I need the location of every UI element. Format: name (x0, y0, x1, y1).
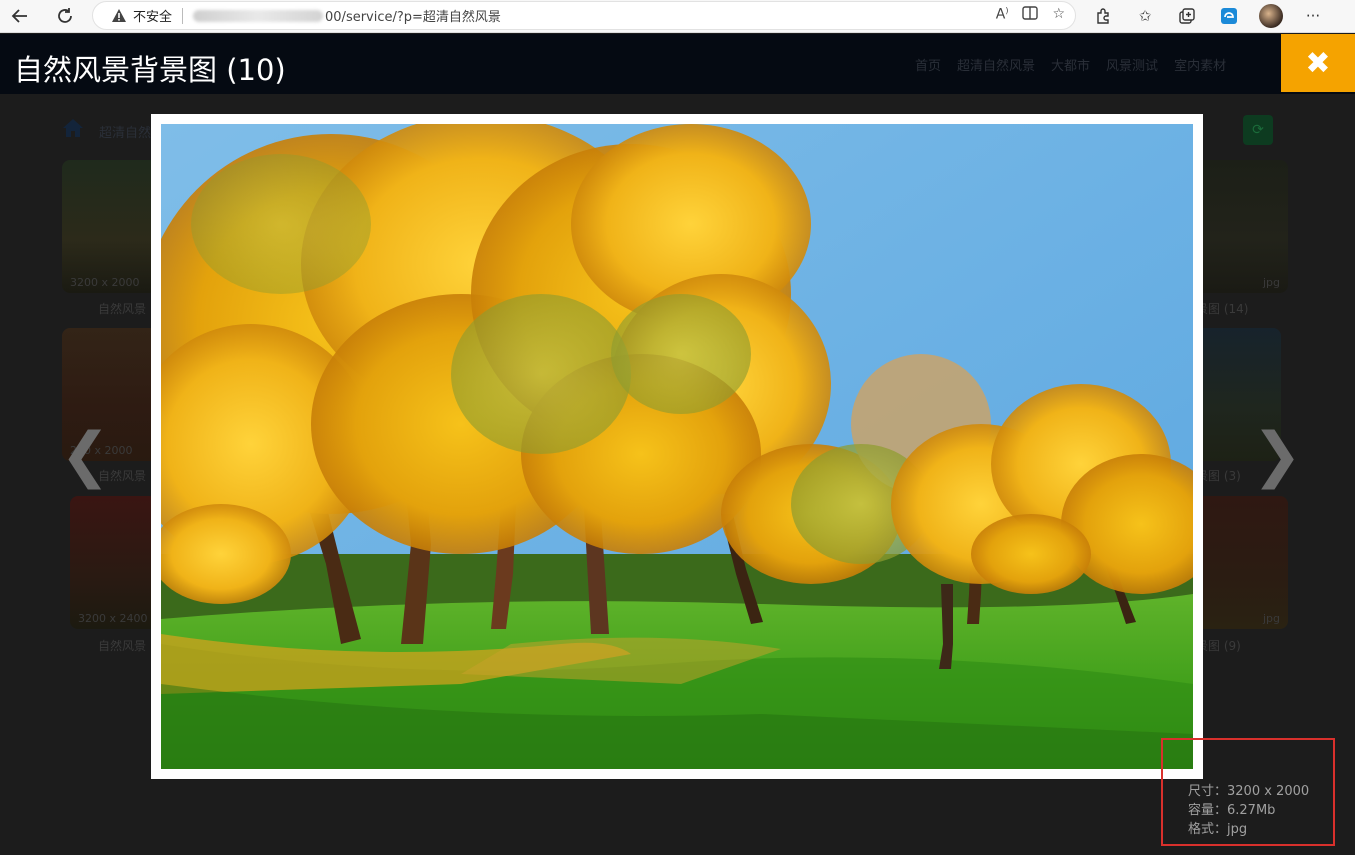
thumbnail[interactable]: jpg (1196, 496, 1288, 629)
url-text: 00/service/?p=超清自然风景 (193, 6, 501, 25)
thumbnail[interactable]: 3200 x 2400 (70, 496, 157, 629)
refresh-icon: ⟳ (1252, 122, 1264, 138)
home-icon[interactable] (62, 118, 84, 143)
thumb-format: jpg (1262, 276, 1280, 289)
split-screen-icon[interactable] (1022, 6, 1039, 24)
thumb-caption: 景图 (14) (1196, 302, 1249, 316)
thumbnail[interactable]: jpg (1196, 160, 1288, 293)
add-favorite-icon[interactable]: ☆ (1052, 6, 1065, 24)
warning-icon (111, 8, 127, 24)
reload-icon[interactable] (51, 3, 79, 29)
top-menu: 首页 超清自然风景 大都市 风景测试 室内素材 (915, 55, 1226, 74)
back-arrow-icon[interactable] (6, 3, 34, 29)
address-separator (182, 7, 184, 24)
address-bar[interactable]: 不安全 00/service/?p=超清自然风景 A) ☆ (92, 1, 1076, 30)
refresh-button[interactable]: ⟳ (1243, 115, 1273, 145)
next-image-button[interactable]: ❯ (1252, 420, 1302, 490)
menu-item-home[interactable]: 首页 (915, 55, 941, 74)
menu-item-nature[interactable]: 超清自然风景 (957, 55, 1035, 74)
menu-item-city[interactable]: 大都市 (1051, 55, 1090, 74)
url-path: 00/service/?p=超清自然风景 (325, 10, 501, 25)
image-size: 尺寸：3200 x 2000 (1188, 784, 1310, 799)
close-lightbox-button[interactable]: ✖ (1281, 34, 1355, 92)
chevron-left-icon: ❮ (60, 420, 111, 490)
image-format: 格式：jpg (1188, 822, 1248, 837)
insecure-label: 不安全 (133, 10, 173, 25)
browser-toolbar: 不安全 00/service/?p=超清自然风景 A) ☆ ✩ ··· (0, 0, 1355, 33)
thumb-size: 3200 x 2400 (78, 612, 148, 625)
autumn-trees-photo[interactable] (161, 124, 1193, 769)
site-header: 自然风景背景图 (10) 首页 超清自然风景 大都市 风景测试 室内素材 (0, 34, 1355, 94)
menu-item-test[interactable]: 风景测试 (1106, 55, 1158, 74)
lightbox-frame (151, 114, 1203, 779)
thumb-format: jpg (1262, 612, 1280, 625)
extensions-icon[interactable] (1090, 3, 1116, 29)
prev-image-button[interactable]: ❮ (60, 420, 110, 490)
thumb-size: 3200 x 2000 (70, 276, 140, 289)
thumb-caption: 自然风景 (98, 302, 147, 316)
page-title: 自然风景背景图 (10) (14, 53, 286, 87)
collections-icon[interactable] (1174, 3, 1200, 29)
close-icon: ✖ (1305, 45, 1331, 81)
more-menu-icon[interactable]: ··· (1300, 3, 1326, 29)
favorites-icon[interactable]: ✩ (1132, 3, 1158, 29)
menu-item-interior[interactable]: 室内素材 (1174, 55, 1226, 74)
breadcrumb[interactable]: 超清自然 (99, 122, 151, 141)
image-info: 尺寸：3200 x 2000 容量：6.27Mb 格式：jpg (1188, 782, 1309, 839)
thumbnail[interactable]: 3200 x 2000 (62, 160, 157, 293)
blurred-host (193, 9, 324, 22)
image-filesize: 容量：6.27Mb (1188, 803, 1276, 818)
edge-icon[interactable] (1216, 3, 1242, 29)
thumb-caption: 自然风景 (98, 639, 147, 653)
chevron-right-icon: ❯ (1252, 420, 1303, 490)
read-aloud-icon[interactable]: A) (996, 6, 1009, 24)
profile-avatar[interactable] (1258, 3, 1284, 29)
